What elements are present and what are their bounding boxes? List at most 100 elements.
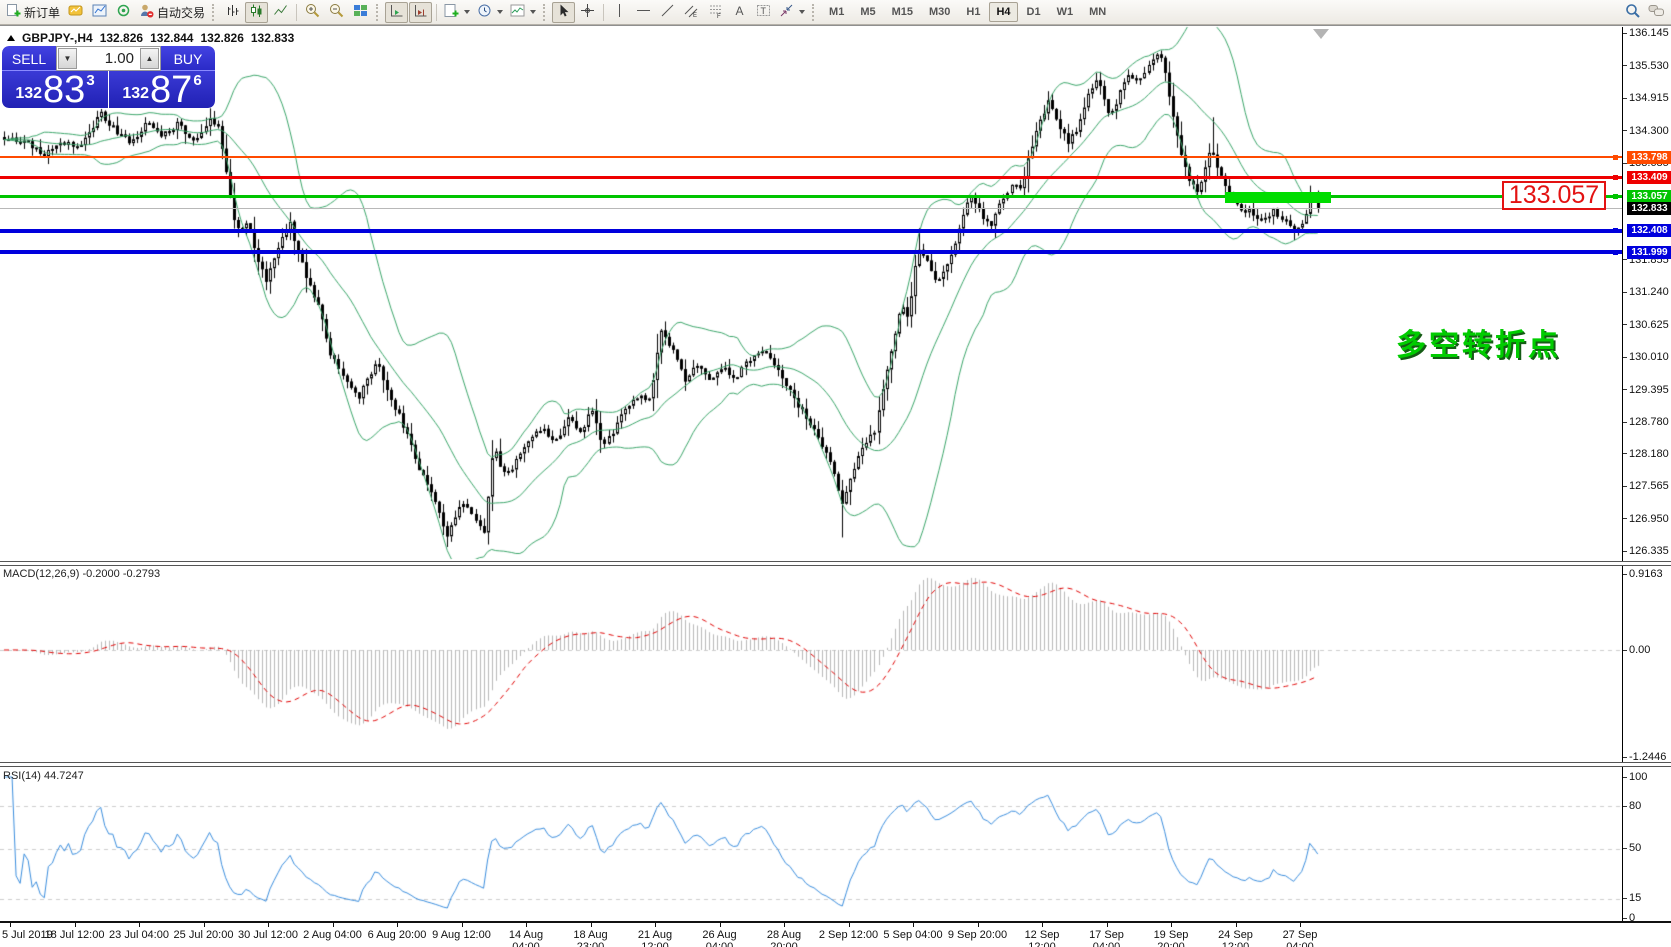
price-tick-label: 130.010 [1629,351,1669,363]
buy-price-panel[interactable]: 132 87 6 [109,71,215,108]
one-click-trading-panel: SELL ▼ 1.00 ▲ BUY 132 83 3 132 87 6 [2,46,215,108]
time-tick [1236,923,1237,927]
time-label: 5 Sep 04:00 [881,929,945,941]
time-tick [591,923,592,927]
time-tick [204,923,205,927]
time-label: 27 Sep 04:00 [1268,929,1332,947]
time-tick [1300,923,1301,927]
time-label: 30 Jul 12:00 [236,929,300,941]
time-axis-line [0,921,1671,923]
current-price-line [0,208,1622,209]
support-zone-highlight[interactable] [1225,192,1331,203]
buy-button-label: BUY [174,51,203,67]
hline-price-label: 133.409 [1627,171,1671,184]
macd-tick [1623,757,1627,758]
price-tick [1623,259,1627,260]
volume-control: ▼ 1.00 ▲ [56,46,161,71]
hline-132.408[interactable] [0,229,1622,233]
time-label: 18 Aug 23:00 [559,929,623,947]
volume-decrease-button[interactable]: ▼ [58,48,77,69]
hline-133.409[interactable] [0,176,1622,179]
time-label: 28 Aug 20:00 [752,929,816,947]
time-label: 2 Sep 12:00 [817,929,881,941]
ohlc-close: 132.833 [251,31,294,45]
pane-separator-rsi[interactable] [0,762,1671,767]
hline-marker[interactable] [1613,250,1618,255]
buy-button[interactable]: BUY [161,46,215,71]
price-tick [1623,453,1627,454]
price-tick [1623,324,1627,325]
rsi-tick [1623,918,1627,919]
rsi-tick-label: 15 [1629,892,1641,904]
time-tick [655,923,656,927]
time-tick [10,923,11,927]
buy-price-big: 87 [150,73,192,107]
sell-price-big: 83 [43,73,85,107]
time-tick [333,923,334,927]
volume-input[interactable]: 1.00 [78,47,139,70]
volume-increase-button[interactable]: ▲ [140,48,159,69]
price-tick-label: 136.145 [1629,27,1669,39]
macd-tick [1623,650,1627,651]
price-tick-label: 129.395 [1629,384,1669,396]
price-tick [1623,357,1627,358]
price-tick-label: 130.625 [1629,319,1669,331]
price-tick [1623,98,1627,99]
time-label: 14 Aug 04:00 [494,929,558,947]
time-tick [462,923,463,927]
time-label: 6 Aug 20:00 [365,929,429,941]
time-tick [1107,923,1108,927]
rsi-tick [1623,848,1627,849]
hline-price-label: 133.798 [1627,151,1671,164]
chart-shift-marker-icon[interactable] [1313,29,1329,39]
buy-price-sup: 6 [193,72,201,89]
hline-marker[interactable] [1613,194,1618,199]
price-tick-label: 128.180 [1629,448,1669,460]
ohlc-open: 132.826 [100,31,143,45]
mt4-window: 新订单 自动交易 [0,0,1671,947]
time-label: 24 Sep 12:00 [1204,929,1268,947]
hline-131.999[interactable] [0,250,1622,254]
price-callout[interactable]: 133.057 [1502,181,1606,210]
time-tick [75,923,76,927]
price-tick [1623,486,1627,487]
chart-canvas[interactable] [0,0,1671,947]
price-tick-label: 135.530 [1629,60,1669,72]
price-axis-line[interactable] [1622,27,1623,922]
time-tick [784,923,785,927]
sell-button[interactable]: SELL [2,46,56,71]
hline-133.057[interactable] [0,195,1622,198]
time-label: 9 Sep 20:00 [946,929,1010,941]
hline-price-label: 132.408 [1627,224,1671,237]
ohlc-high: 132.844 [150,31,193,45]
price-tick-label: 134.915 [1629,92,1669,104]
time-tick [978,923,979,927]
time-tick [720,923,721,927]
time-label: 23 Jul 04:00 [107,929,171,941]
ohlc-low: 132.826 [200,31,243,45]
hline-marker[interactable] [1613,155,1618,160]
time-tick [1042,923,1043,927]
hline-133.798[interactable] [0,156,1622,158]
time-label: 21 Aug 12:00 [623,929,687,947]
time-label: 18 Jul 12:00 [43,929,107,941]
time-label: 9 Aug 12:00 [430,929,494,941]
symbol-triangle-icon [7,35,15,41]
pane-separator-macd[interactable] [0,561,1671,566]
sell-button-label: SELL [12,51,46,67]
buy-price-prefix: 132 [122,85,149,103]
chinese-annotation[interactable]: 多空转折点 [1396,320,1561,364]
price-tick [1623,130,1627,131]
rsi-tick [1623,806,1627,807]
macd-tick-label: 0.9163 [1629,568,1663,580]
price-tick [1623,33,1627,34]
price-tick-label: 127.565 [1629,480,1669,492]
price-tick [1623,65,1627,66]
sell-price-panel[interactable]: 132 83 3 [2,71,108,108]
time-label: 2 Aug 04:00 [301,929,365,941]
time-tick [849,923,850,927]
price-tick [1623,518,1627,519]
hline-marker[interactable] [1613,228,1618,233]
hline-marker[interactable] [1613,175,1618,180]
price-tick [1623,292,1627,293]
